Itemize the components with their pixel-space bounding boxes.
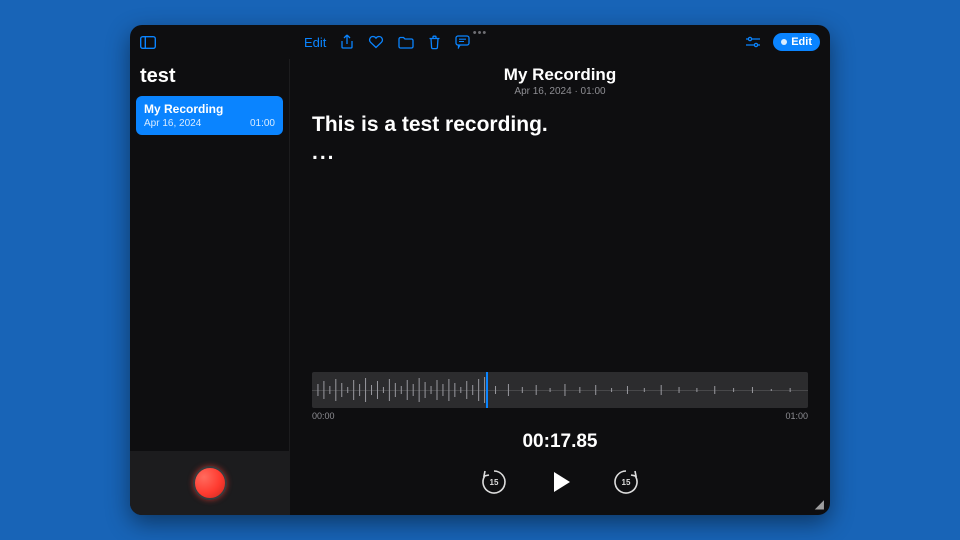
skip-back-button[interactable]: 15 bbox=[479, 467, 509, 497]
transcript-ellipsis: ... bbox=[312, 141, 808, 165]
waveform-icon bbox=[312, 372, 808, 408]
app-window: ••• Edit bbox=[130, 25, 830, 515]
recording-item-date: Apr 16, 2024 bbox=[144, 118, 201, 129]
transcript-line: This is a test recording. bbox=[312, 113, 808, 137]
current-time: 00:17.85 bbox=[312, 431, 808, 453]
recording-list-item[interactable]: My Recording Apr 16, 2024 01:00 bbox=[136, 96, 283, 135]
recording-item-duration: 01:00 bbox=[250, 118, 275, 129]
edit-recording-button[interactable]: Edit bbox=[773, 33, 820, 51]
recording-title: My Recording bbox=[290, 65, 830, 85]
share-icon[interactable] bbox=[340, 34, 354, 50]
playhead[interactable] bbox=[486, 372, 488, 408]
skip-forward-button[interactable]: 15 bbox=[611, 467, 641, 497]
sidebar-toggle-icon[interactable] bbox=[140, 36, 156, 49]
record-button[interactable] bbox=[193, 466, 227, 500]
skip-back-seconds: 15 bbox=[479, 467, 509, 497]
folder-icon[interactable] bbox=[398, 36, 414, 49]
sidebar: test My Recording Apr 16, 2024 01:00 bbox=[130, 59, 290, 515]
waveform-glyph-icon bbox=[781, 39, 787, 45]
edit-recording-label: Edit bbox=[791, 36, 812, 48]
options-icon[interactable] bbox=[745, 36, 761, 48]
main-panel: My Recording Apr 16, 2024 · 01:00 This i… bbox=[290, 59, 830, 515]
record-bar bbox=[130, 451, 289, 515]
skip-forward-seconds: 15 bbox=[611, 467, 641, 497]
transcript-area: This is a test recording. ... bbox=[290, 99, 830, 165]
trash-icon[interactable] bbox=[428, 35, 441, 50]
transcript-icon[interactable] bbox=[455, 35, 470, 49]
edit-list-button[interactable]: Edit bbox=[304, 35, 326, 50]
recording-item-title: My Recording bbox=[144, 102, 275, 116]
resize-handle-icon[interactable]: ◢ bbox=[815, 497, 824, 511]
favorite-icon[interactable] bbox=[368, 35, 384, 49]
waveform-track[interactable] bbox=[312, 372, 808, 408]
playback-controls: 15 15 bbox=[290, 453, 830, 515]
sidebar-folder-title: test bbox=[130, 59, 289, 96]
waveform-end-time: 01:00 bbox=[785, 411, 808, 421]
recording-subtitle: Apr 16, 2024 · 01:00 bbox=[290, 86, 830, 97]
grabber-dots: ••• bbox=[473, 27, 488, 39]
waveform-start-time: 00:00 bbox=[312, 411, 335, 421]
play-button[interactable] bbox=[545, 467, 575, 497]
